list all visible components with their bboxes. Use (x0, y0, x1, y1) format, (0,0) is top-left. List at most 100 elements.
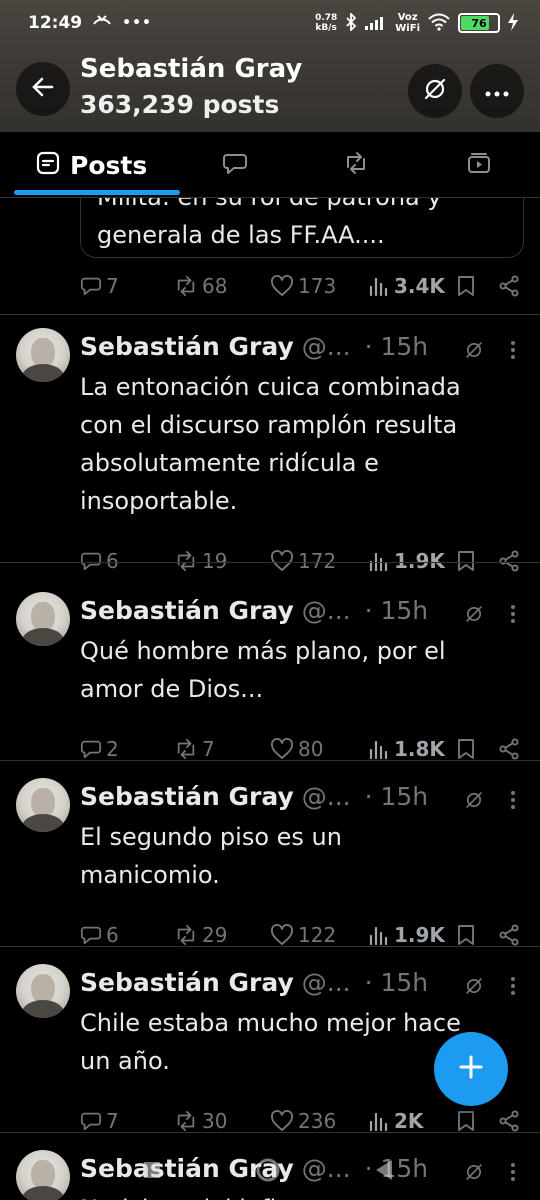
bookmark-button[interactable] (456, 275, 476, 297)
back-button[interactable] (16, 62, 70, 116)
tweet[interactable]: Sebastián Gray @... · 15h La entonación cui… (0, 326, 540, 576)
bookmark-button[interactable] (456, 550, 476, 572)
reply-count: 7 (106, 274, 119, 298)
author-handle: @... (301, 1154, 351, 1183)
views-icon (368, 275, 390, 297)
like-button[interactable]: 173 (270, 274, 336, 298)
tweet-timestamp: · 15h (364, 332, 429, 361)
repost-button[interactable]: 7 (174, 737, 215, 761)
tweet-header: Sebastián Gray @... · 15h (80, 1154, 428, 1183)
author-name[interactable]: Sebastián Gray (80, 596, 294, 625)
repost-count: 7 (202, 737, 215, 761)
views-button[interactable]: 1.8K (368, 737, 445, 761)
kebab-menu-icon[interactable] (510, 976, 516, 996)
reply-count: 2 (106, 737, 119, 761)
views-count: 1.9K (394, 549, 445, 573)
tweet-timestamp: · 15h (364, 1154, 429, 1183)
avatar[interactable] (16, 328, 70, 382)
reply-count: 6 (106, 549, 119, 573)
avatar[interactable] (16, 778, 70, 832)
share-icon (498, 738, 520, 760)
reply-button[interactable]: 6 (80, 549, 119, 573)
divider (0, 314, 540, 315)
like-count: 172 (298, 549, 337, 573)
tab-replies[interactable] (222, 132, 248, 198)
like-icon (270, 275, 294, 297)
author-name[interactable]: Sebastián Gray (80, 1154, 294, 1183)
kebab-menu-icon[interactable] (510, 1162, 516, 1182)
like-button[interactable]: 122 (270, 923, 336, 947)
bookmark-icon (456, 738, 476, 760)
grok-button[interactable] (408, 64, 462, 118)
views-button[interactable]: 3.4K (368, 274, 445, 298)
net-speed-value: 0.78 (315, 13, 338, 23)
views-button[interactable]: 1.9K (368, 923, 445, 947)
reply-button[interactable]: 7 (80, 1109, 119, 1133)
net-speed: 0.78 kB/s (315, 13, 337, 33)
tweet-header: Sebastián Gray @... · 15h (80, 596, 428, 625)
author-name[interactable]: Sebastián Gray (80, 968, 294, 997)
author-handle: @... (301, 968, 351, 997)
grok-icon[interactable] (464, 790, 484, 810)
tweet-timestamp: · 15h (364, 596, 429, 625)
reply-button[interactable]: 2 (80, 737, 119, 761)
compose-button[interactable] (434, 1032, 508, 1106)
tab-reposts[interactable] (343, 132, 369, 198)
missed-call-icon (92, 13, 112, 33)
share-button[interactable] (498, 738, 520, 760)
reply-button[interactable]: 7 (80, 274, 119, 298)
views-icon (368, 738, 390, 760)
reply-count: 7 (106, 1109, 119, 1133)
share-button[interactable] (498, 550, 520, 572)
tweet-timestamp: · 15h (364, 968, 429, 997)
author-name[interactable]: Sebastián Gray (80, 782, 294, 811)
share-button[interactable] (498, 275, 520, 297)
kebab-menu-icon[interactable] (510, 790, 516, 810)
reply-icon (80, 1110, 102, 1132)
share-button[interactable] (498, 924, 520, 946)
media-icon (466, 151, 492, 179)
views-button[interactable]: 1.9K (368, 549, 445, 573)
post-count: 363,239 posts (80, 90, 280, 119)
voz-text: Voz (397, 12, 418, 23)
avatar[interactable] (16, 1150, 70, 1200)
views-button[interactable]: 2K (368, 1109, 423, 1133)
bookmark-button[interactable] (456, 924, 476, 946)
tab-media[interactable] (466, 132, 492, 198)
tweet[interactable]: Sebastián Gray@... · 15h Noticiero del inf… (0, 1148, 540, 1200)
status-bar: 12:49 ••• 0.78 kB/s Voz WiFi 76 (0, 0, 540, 46)
repost-button[interactable]: 19 (174, 549, 227, 573)
avatar[interactable] (16, 592, 70, 646)
repost-button[interactable]: 30 (174, 1109, 227, 1133)
grok-icon[interactable] (464, 340, 484, 360)
grok-icon[interactable] (464, 604, 484, 624)
grok-icon[interactable] (464, 1162, 484, 1182)
tweet-timestamp: · 15h (364, 782, 429, 811)
repost-button[interactable]: 29 (174, 923, 227, 947)
tab-posts[interactable]: Posts (36, 132, 147, 198)
repost-count: 30 (202, 1109, 228, 1133)
like-button[interactable]: 236 (270, 1109, 336, 1133)
posts-icon (36, 151, 60, 179)
share-button[interactable] (498, 1110, 520, 1132)
more-icon (485, 82, 509, 101)
tweet-header: Sebastián Gray @... · 15h (80, 782, 428, 811)
grok-icon[interactable] (464, 976, 484, 996)
avatar[interactable] (16, 964, 70, 1018)
like-button[interactable]: 172 (270, 549, 336, 573)
more-button[interactable] (470, 64, 524, 118)
like-button[interactable]: 80 (270, 737, 323, 761)
reposts-icon (343, 151, 369, 179)
tweet-header: Sebastián Gray @... · 15h (80, 332, 428, 361)
bookmark-button[interactable] (456, 738, 476, 760)
bookmark-button[interactable] (456, 1110, 476, 1132)
charging-icon (508, 12, 518, 34)
reply-button[interactable]: 6 (80, 923, 119, 947)
kebab-menu-icon[interactable] (510, 604, 516, 624)
author-name[interactable]: Sebastián Gray (80, 332, 294, 361)
wifi-text: WiFi (395, 23, 420, 34)
plus-icon (458, 1054, 484, 1084)
repost-button[interactable]: 68 (174, 274, 227, 298)
kebab-menu-icon[interactable] (510, 340, 516, 360)
like-icon (270, 924, 294, 946)
